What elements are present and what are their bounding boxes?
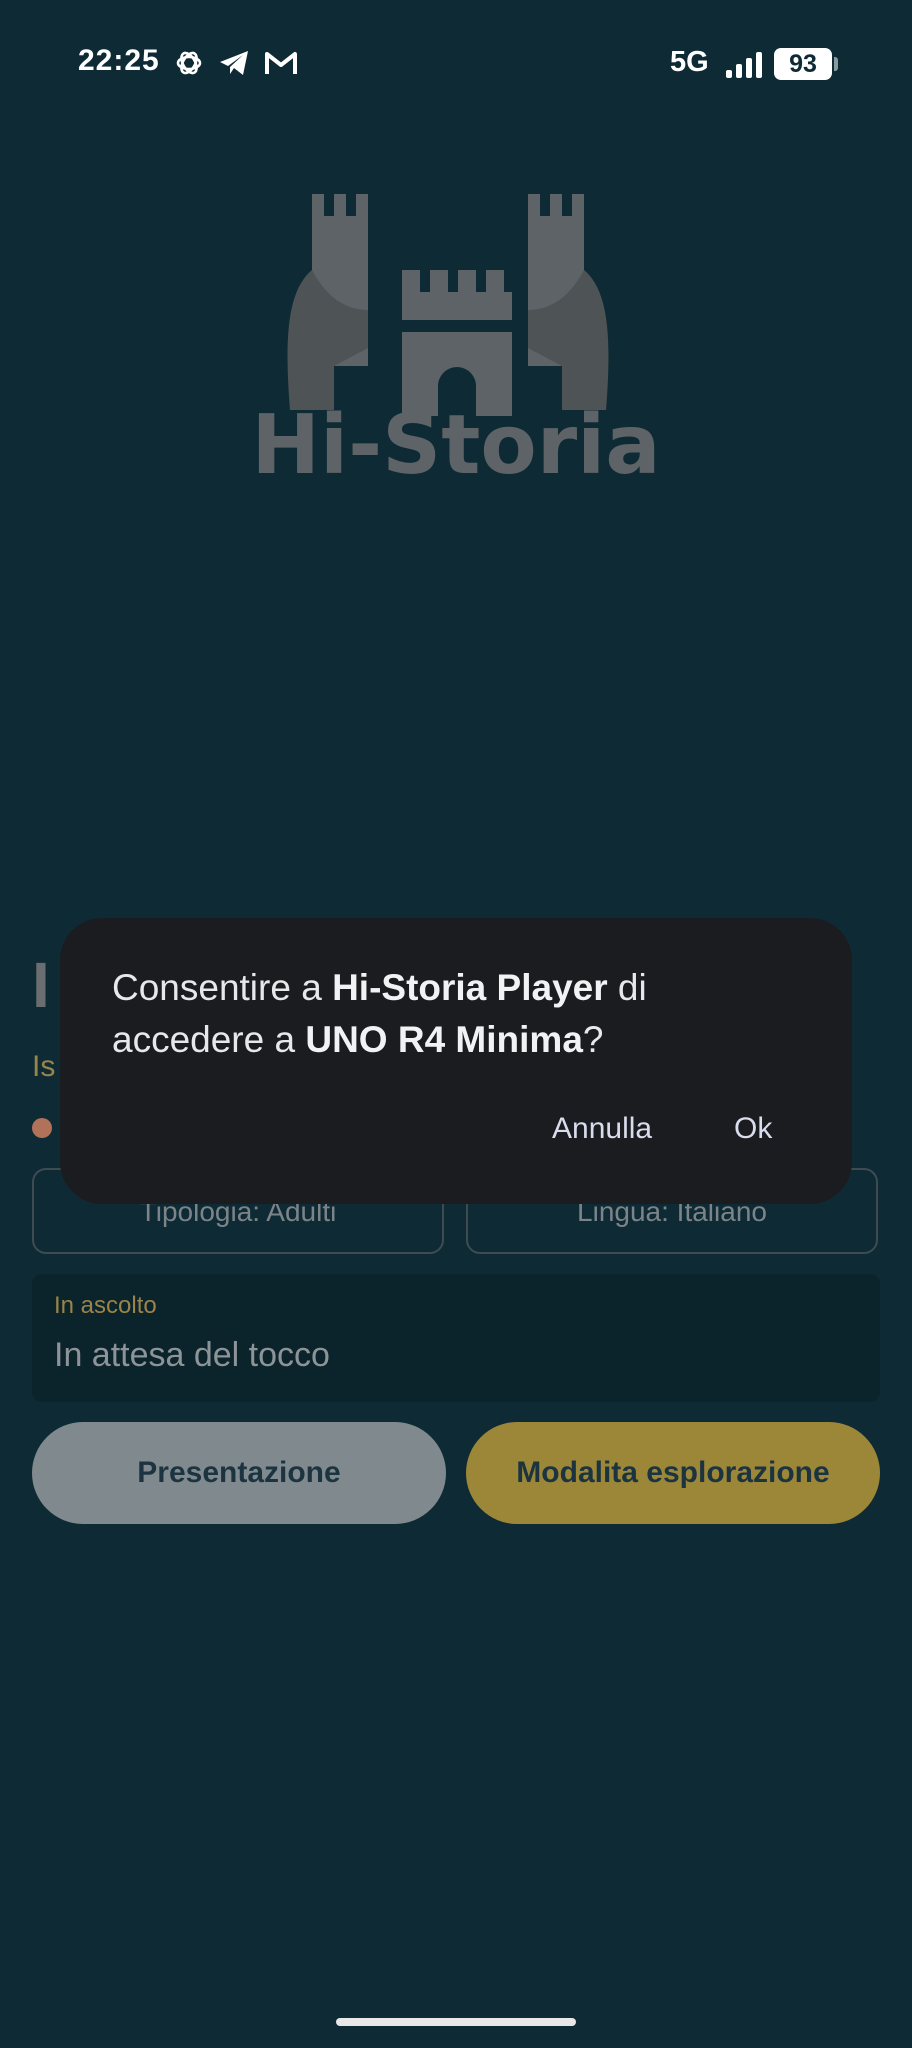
dialog-device-name: UNO R4 Minima [305, 1019, 583, 1060]
exploration-mode-button[interactable]: Modalita esplorazione [466, 1422, 880, 1524]
cancel-button[interactable]: Annulla [552, 1112, 652, 1146]
battery-tip [834, 57, 838, 71]
openai-icon [176, 51, 202, 75]
battery-icon: 93 [774, 48, 832, 80]
page-title: I [32, 949, 50, 1021]
dialog-text-1: Consentire a [112, 967, 333, 1008]
notification-icons [174, 48, 298, 78]
screen: 22:25 5G 93 Hi-Storia I Is Tipologia: Ad… [0, 0, 912, 2048]
logo-text: Hi-Storia [251, 398, 661, 493]
permission-dialog: Consentire a Hi-Storia Player di acceder… [60, 918, 852, 1204]
telegram-icon [220, 51, 248, 75]
ok-button[interactable]: Ok [734, 1112, 772, 1146]
listening-label: In ascolto [54, 1292, 157, 1319]
network-type: 5G [670, 46, 709, 78]
dialog-app-name: Hi-Storia Player [332, 967, 608, 1008]
listening-value: In attesa del tocco [54, 1336, 330, 1374]
status-bar: 22:25 5G 93 [0, 0, 912, 130]
home-indicator[interactable] [336, 2018, 576, 2026]
listening-field: In ascolto In attesa del tocco [32, 1274, 880, 1402]
presentation-button[interactable]: Presentazione [32, 1422, 446, 1524]
dialog-message: Consentire a Hi-Storia Player di acceder… [112, 962, 802, 1066]
dialog-text-3: ? [582, 1019, 604, 1060]
page-subtitle: Is [32, 1050, 56, 1083]
gmail-icon [265, 52, 297, 74]
status-time: 22:25 [78, 44, 160, 77]
signal-icon [726, 52, 762, 78]
status-dot [32, 1118, 52, 1138]
